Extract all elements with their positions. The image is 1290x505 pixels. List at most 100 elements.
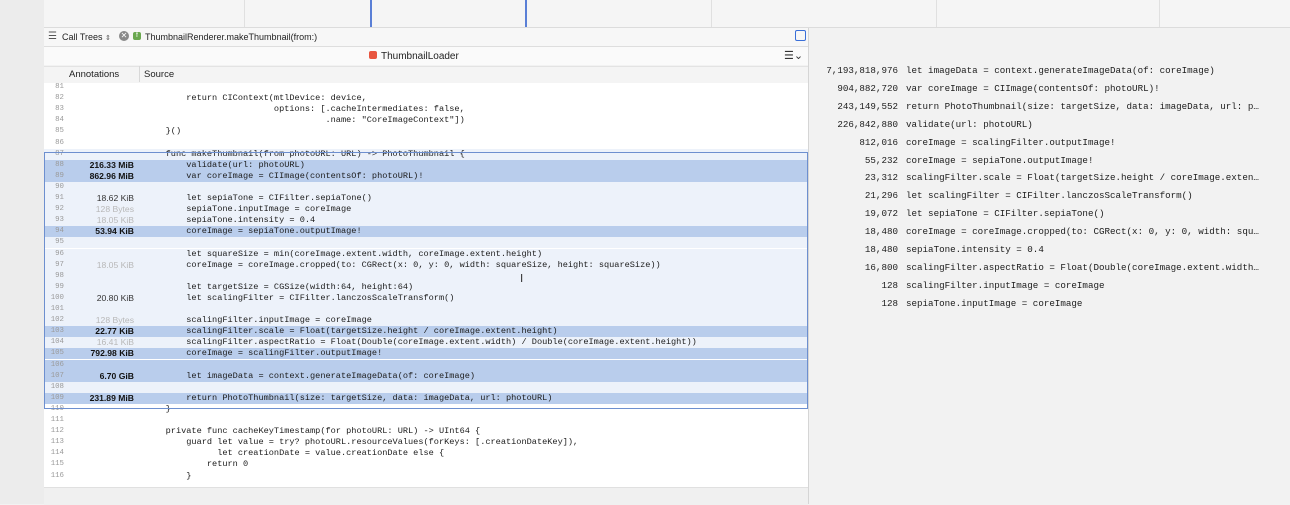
x-circle-icon[interactable]: ✕ bbox=[119, 31, 129, 41]
line-number: 88 bbox=[55, 160, 64, 169]
line-number: 90 bbox=[55, 182, 64, 191]
summary-row[interactable]: 18,480 sepiaTone.intensity = 0.4 bbox=[809, 240, 1290, 258]
allocation-annotation: 128 Bytes bbox=[95, 204, 134, 215]
summary-row[interactable]: 128 scalingFilter.inputImage = coreImage bbox=[809, 276, 1290, 294]
source-line[interactable]: 98 bbox=[44, 270, 808, 282]
source-line[interactable]: 106 bbox=[44, 359, 808, 371]
source-line[interactable]: 104 16.41 KiB scalingFilter.aspectRatio =… bbox=[44, 337, 808, 349]
source-line[interactable]: 94 53.94 KiB coreImage = sepiaTone.output… bbox=[44, 226, 808, 238]
line-number: 84 bbox=[55, 116, 64, 125]
source-code-text: guard let value = try? photoURL.resource… bbox=[145, 437, 579, 448]
source-line[interactable]: 116 } bbox=[44, 471, 808, 482]
line-number: 93 bbox=[55, 216, 64, 225]
source-code-text: coreImage = coreImage.cropped(to: CGRect… bbox=[145, 259, 661, 270]
source-line[interactable]: 112 private func cacheKeyTimestamp(for p… bbox=[44, 426, 808, 437]
line-number: 86 bbox=[55, 138, 64, 147]
call-trees-selector[interactable]: Call Trees ⇕ bbox=[62, 32, 111, 42]
summary-source-text: coreImage = scalingFilter.outputImage! bbox=[906, 136, 1116, 148]
summary-row[interactable]: 812,016 coreImage = scalingFilter.outputI… bbox=[809, 133, 1290, 151]
source-line[interactable]: 85 }() bbox=[44, 126, 808, 137]
source-code-text: scalingFilter.scale = Float(targetSize.h… bbox=[145, 326, 558, 337]
source-line[interactable]: 81 bbox=[44, 83, 808, 93]
summary-row[interactable]: 19,072 let sepiaTone = CIFilter.sepiaTone… bbox=[809, 204, 1290, 222]
allocation-byte-count: 23,312 bbox=[864, 172, 898, 184]
summary-row[interactable]: 226,842,880 validate(url: photoURL) bbox=[809, 115, 1290, 133]
source-code-view[interactable]: 81 82 return CIContext(mtlDevice: device,… bbox=[44, 83, 808, 487]
source-line[interactable]: 84 .name: "CoreImageContext"]) bbox=[44, 115, 808, 126]
source-line[interactable]: 82 return CIContext(mtlDevice: device, bbox=[44, 93, 808, 104]
sidebar-toggle-icon[interactable] bbox=[795, 30, 806, 41]
column-divider[interactable] bbox=[139, 66, 140, 82]
timeline-inspection-start-marker[interactable] bbox=[370, 0, 372, 27]
source-line[interactable]: 103 22.77 KiB scalingFilter.scale = Float… bbox=[44, 326, 808, 338]
allocation-annotation: 216.33 MiB bbox=[89, 159, 134, 170]
summary-row[interactable]: 243,149,552 return PhotoThumbnail(size: t… bbox=[809, 97, 1290, 115]
summary-source-text: coreImage = sepiaTone.outputImage! bbox=[906, 154, 1094, 166]
source-line[interactable]: 115 return 0 bbox=[44, 459, 808, 470]
source-code-text: return CIContext(mtlDevice: device, bbox=[145, 93, 367, 104]
allocation-byte-count: 21,296 bbox=[864, 190, 898, 202]
source-code-text: let sepiaTone = CIFilter.sepiaTone() bbox=[145, 193, 372, 203]
line-number: 108 bbox=[50, 382, 64, 391]
source-line[interactable]: 93 18.05 KiB sepiaTone.intensity = 0.4 bbox=[44, 215, 808, 227]
source-line[interactable]: 100 20.80 KiB let scalingFilter = CIFilte… bbox=[44, 292, 808, 304]
allocation-annotation: 128 Bytes bbox=[95, 315, 134, 326]
source-line[interactable]: 97 18.05 KiB coreImage = coreImage.croppe… bbox=[44, 259, 808, 271]
allocation-annotation: 6.70 GiB bbox=[99, 370, 134, 381]
timeline-tick bbox=[711, 0, 712, 27]
allocation-byte-count: 16,800 bbox=[864, 261, 898, 273]
source-line[interactable]: 108 bbox=[44, 381, 808, 393]
allocation-annotation: 16.41 KiB bbox=[96, 337, 134, 348]
summary-source-text: scalingFilter.inputImage = coreImage bbox=[906, 279, 1105, 291]
editor-menu-icon[interactable]: ☰⌄ bbox=[784, 49, 803, 62]
source-line[interactable]: 91 18.62 KiB let sepiaTone = CIFilter.sep… bbox=[44, 193, 808, 205]
line-number: 101 bbox=[50, 305, 64, 313]
summary-row[interactable]: 16,800 scalingFilter.aspectRatio = Float(… bbox=[809, 258, 1290, 276]
source-line[interactable]: 83 options: [.cacheIntermediates: false, bbox=[44, 104, 808, 115]
source-line[interactable]: 110 } bbox=[44, 404, 808, 415]
source-line[interactable]: 89 862.96 MiB var coreImage = CIImage(con… bbox=[44, 170, 808, 182]
source-line[interactable]: 107 6.70 GiB let imageData = context.gene… bbox=[44, 370, 808, 382]
summary-row[interactable]: 18,480 coreImage = coreImage.cropped(to: … bbox=[809, 222, 1290, 240]
summary-row[interactable]: 904,882,720 var coreImage = CIImage(conte… bbox=[809, 79, 1290, 97]
allocation-byte-count: 904,882,720 bbox=[837, 82, 898, 94]
source-line[interactable]: 105 792.98 KiB coreImage = scalingFilter.… bbox=[44, 348, 808, 360]
source-line[interactable]: 96 let squareSize = min(coreImage.extent… bbox=[44, 248, 808, 260]
timeline-inspection-end-marker[interactable] bbox=[525, 0, 527, 27]
source-line[interactable]: 113 guard let value = try? photoURL.reso… bbox=[44, 437, 808, 448]
source-line[interactable]: 88 216.33 MiB validate(url: photoURL) bbox=[44, 159, 808, 171]
allocation-byte-count: 128 bbox=[881, 279, 898, 291]
allocation-annotation: 20.80 KiB bbox=[96, 292, 134, 303]
annotations-column-header[interactable]: Annotations bbox=[69, 69, 119, 80]
line-number: 109 bbox=[50, 393, 64, 402]
allocation-byte-count: 18,480 bbox=[864, 244, 898, 255]
source-line[interactable]: 114 let creationDate = value.creationDat… bbox=[44, 448, 808, 459]
line-number: 87 bbox=[55, 149, 64, 158]
source-line[interactable]: 99 let targetSize = CGSize(width:64, hei… bbox=[44, 281, 808, 293]
line-number: 99 bbox=[55, 282, 64, 291]
summary-row[interactable]: 23,312 scalingFilter.scale = Float(target… bbox=[809, 168, 1290, 186]
source-line[interactable]: 109 231.89 MiB return PhotoThumbnail(size… bbox=[44, 392, 808, 404]
source-line[interactable]: 90 bbox=[44, 181, 808, 193]
summary-row[interactable]: 21,296 let scalingFilter = CIFilter.lancz… bbox=[809, 186, 1290, 204]
source-code-text: validate(url: photoURL) bbox=[145, 159, 305, 170]
source-line[interactable]: 92 128 Bytes sepiaTone.inputImage = coreI… bbox=[44, 204, 808, 216]
summary-row[interactable]: 128 sepiaTone.inputImage = coreImage bbox=[809, 294, 1290, 312]
summary-row[interactable]: 7,193,818,976 let imageData = context.gen… bbox=[809, 61, 1290, 79]
summary-row[interactable]: 55,232 coreImage = sepiaTone.outputImage! bbox=[809, 151, 1290, 169]
source-column-header[interactable]: Source bbox=[144, 69, 174, 80]
source-code-text: let squareSize = min(coreImage.extent.wi… bbox=[145, 248, 543, 259]
allocation-summary-list: 7,193,818,976 let imageData = context.gen… bbox=[809, 28, 1290, 504]
timeline-track[interactable] bbox=[44, 0, 1290, 28]
line-number: 94 bbox=[55, 227, 64, 236]
source-line[interactable]: 95 bbox=[44, 237, 808, 249]
source-line[interactable]: 86 bbox=[44, 138, 808, 149]
source-line[interactable]: 101 bbox=[44, 304, 808, 316]
line-number: 81 bbox=[55, 83, 64, 91]
source-line[interactable]: 102 128 Bytes scalingFilter.inputImage = … bbox=[44, 315, 808, 327]
line-number: 83 bbox=[55, 105, 64, 114]
function-breadcrumb[interactable]: ThumbnailRenderer.makeThumbnail(from:) bbox=[145, 32, 317, 42]
source-line[interactable]: 111 bbox=[44, 415, 808, 426]
horizontal-scroll-bar[interactable] bbox=[44, 487, 808, 505]
source-line[interactable]: 87 func makeThumbnail(from photoURL: URL… bbox=[44, 148, 808, 160]
